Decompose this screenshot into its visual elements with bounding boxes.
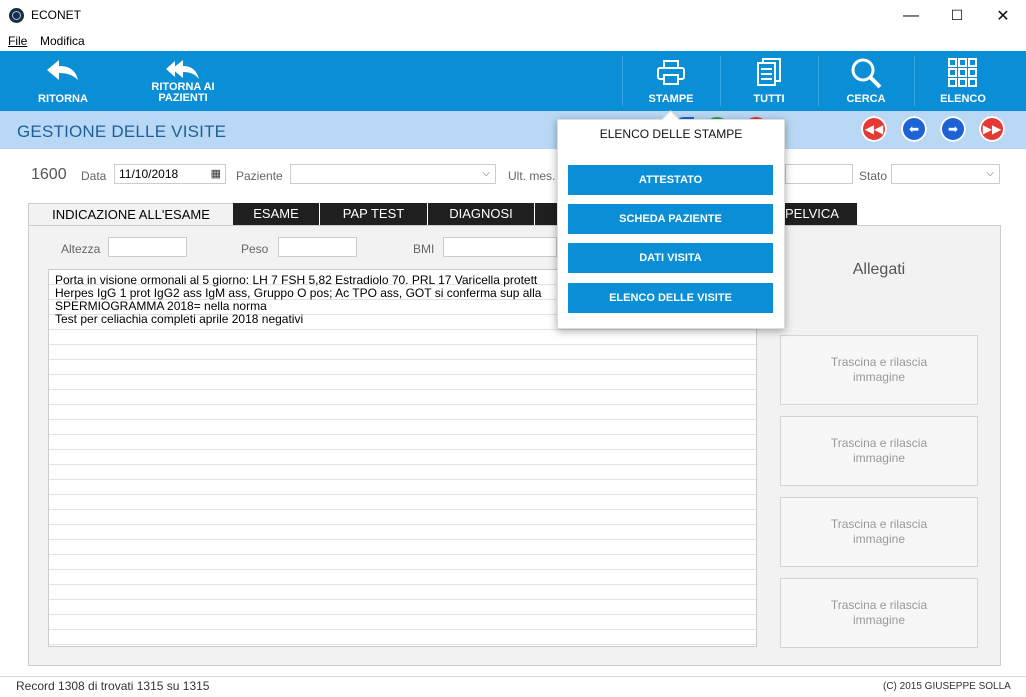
arrow-left-icon: ⬅ <box>908 122 920 136</box>
record-status: Record 1308 di trovati 1315 su 1315 <box>16 679 210 693</box>
dropzone-text: immagine <box>852 451 905 465</box>
chevron-down-icon: ⌵ <box>482 168 490 179</box>
documents-icon <box>721 57 817 87</box>
dropzone-text: immagine <box>852 613 905 627</box>
ult-mes-field[interactable] <box>785 164 853 184</box>
ritorna-ai-pazienti-label-2: PAZIENTI <box>158 92 208 104</box>
arrow-right-icon: ➡ <box>947 122 959 136</box>
menu-file[interactable]: File <box>8 34 27 48</box>
image-dropzone[interactable]: Trascina e rilascia immagine <box>780 416 978 486</box>
double-back-arrow-icon <box>140 58 226 82</box>
back-arrow-icon <box>28 58 98 82</box>
cerca-label: CERCA <box>846 93 886 105</box>
window-title: ECONET <box>31 8 82 22</box>
dati-visita-button[interactable]: DATI VISITA <box>568 243 773 273</box>
popup-title: ELENCO DELLE STAMPE <box>599 127 743 141</box>
rewind-icon: ◀◀ <box>864 122 884 136</box>
paziente-label: Paziente <box>236 169 283 183</box>
altezza-label: Altezza <box>61 242 101 256</box>
minimize-button[interactable]: — <box>888 0 934 31</box>
tutti-label: TUTTI <box>753 93 785 105</box>
stato-label: Stato <box>859 169 888 183</box>
stampe-label: STAMPE <box>648 93 694 105</box>
tab-hidden[interactable] <box>535 203 557 225</box>
dropzone-text: immagine <box>852 532 905 546</box>
tab-pap-test[interactable]: PAP TEST <box>320 203 427 225</box>
search-icon <box>819 57 913 89</box>
elenco-button[interactable]: ELENCO <box>915 51 1011 111</box>
ritorna-button[interactable]: RITORNA <box>28 51 98 111</box>
allegati-title: Allegati <box>852 261 906 278</box>
chevron-down-icon: ⌵ <box>986 168 994 179</box>
copyright-text: (C) 2015 GIUSEPPE SOLLA <box>883 681 1011 692</box>
close-button[interactable]: ✕ <box>980 0 1026 31</box>
data-label: Data <box>81 169 107 183</box>
title-bar <box>0 0 1026 31</box>
image-dropzone[interactable]: Trascina e rilascia immagine <box>780 497 978 567</box>
dropzone-text: immagine <box>852 370 905 384</box>
printer-icon <box>623 60 719 86</box>
previous-record-button[interactable]: ⬅ <box>901 116 927 142</box>
elenco-label: ELENCO <box>940 93 986 105</box>
dropzone-text: Trascina e rilascia <box>830 436 928 450</box>
elenco-delle-visite-button[interactable]: ELENCO DELLE VISITE <box>568 283 773 313</box>
record-number: 1600 <box>31 166 67 183</box>
menu-bar <box>0 31 1026 51</box>
image-dropzone[interactable]: Trascina e rilascia immagine <box>780 335 978 405</box>
menu-modifica[interactable]: Modifica <box>40 34 85 48</box>
fast-forward-icon: ▶▶ <box>982 122 1002 136</box>
cerca-button[interactable]: CERCA <box>819 51 913 111</box>
maximize-button[interactable]: ☐ <box>934 0 980 31</box>
calendar-icon[interactable]: ▦ <box>211 167 221 180</box>
ritorna-ai-pazienti-button[interactable]: RITORNA AI PAZIENTI <box>140 51 226 111</box>
dropzone-text: Trascina e rilascia <box>830 355 928 369</box>
ult-mes-label: Ult. mes. <box>508 169 556 183</box>
scheda-paziente-button[interactable]: SCHEDA PAZIENTE <box>568 204 773 234</box>
first-record-button[interactable]: ◀◀ <box>861 116 887 142</box>
last-record-button[interactable]: ▶▶ <box>979 116 1005 142</box>
dropzone-text: Trascina e rilascia <box>830 517 928 531</box>
next-record-button[interactable]: ➡ <box>940 116 966 142</box>
peso-field[interactable] <box>278 237 357 257</box>
tab-esame[interactable]: ESAME <box>233 203 319 225</box>
bmi-field[interactable] <box>443 237 557 257</box>
altezza-field[interactable] <box>108 237 187 257</box>
dropzone-text: Trascina e rilascia <box>830 598 928 612</box>
tab-indicazione-esame[interactable]: INDICAZIONE ALL'ESAME <box>28 203 234 227</box>
stampe-button[interactable]: STAMPE <box>623 51 719 111</box>
tab-diagnosi[interactable]: DIAGNOSI <box>428 203 534 225</box>
data-field[interactable]: 11/10/2018 ▦ <box>114 164 226 184</box>
app-logo-icon <box>9 8 24 23</box>
tutti-button[interactable]: TUTTI <box>721 51 817 111</box>
tab-pelvica[interactable]: PELVICA <box>785 203 857 225</box>
data-value: 11/10/2018 <box>119 167 179 181</box>
paziente-select[interactable]: ⌵ <box>290 164 496 184</box>
ritorna-label: RITORNA <box>38 93 88 105</box>
attestato-button[interactable]: ATTESTATO <box>568 165 773 195</box>
stato-select[interactable]: ⌵ <box>891 164 1000 184</box>
grid-icon <box>915 57 1011 89</box>
image-dropzone[interactable]: Trascina e rilascia immagine <box>780 578 978 648</box>
page-title: GESTIONE DELLE VISITE <box>17 122 227 141</box>
bmi-label: BMI <box>413 242 435 256</box>
peso-label: Peso <box>241 242 269 256</box>
